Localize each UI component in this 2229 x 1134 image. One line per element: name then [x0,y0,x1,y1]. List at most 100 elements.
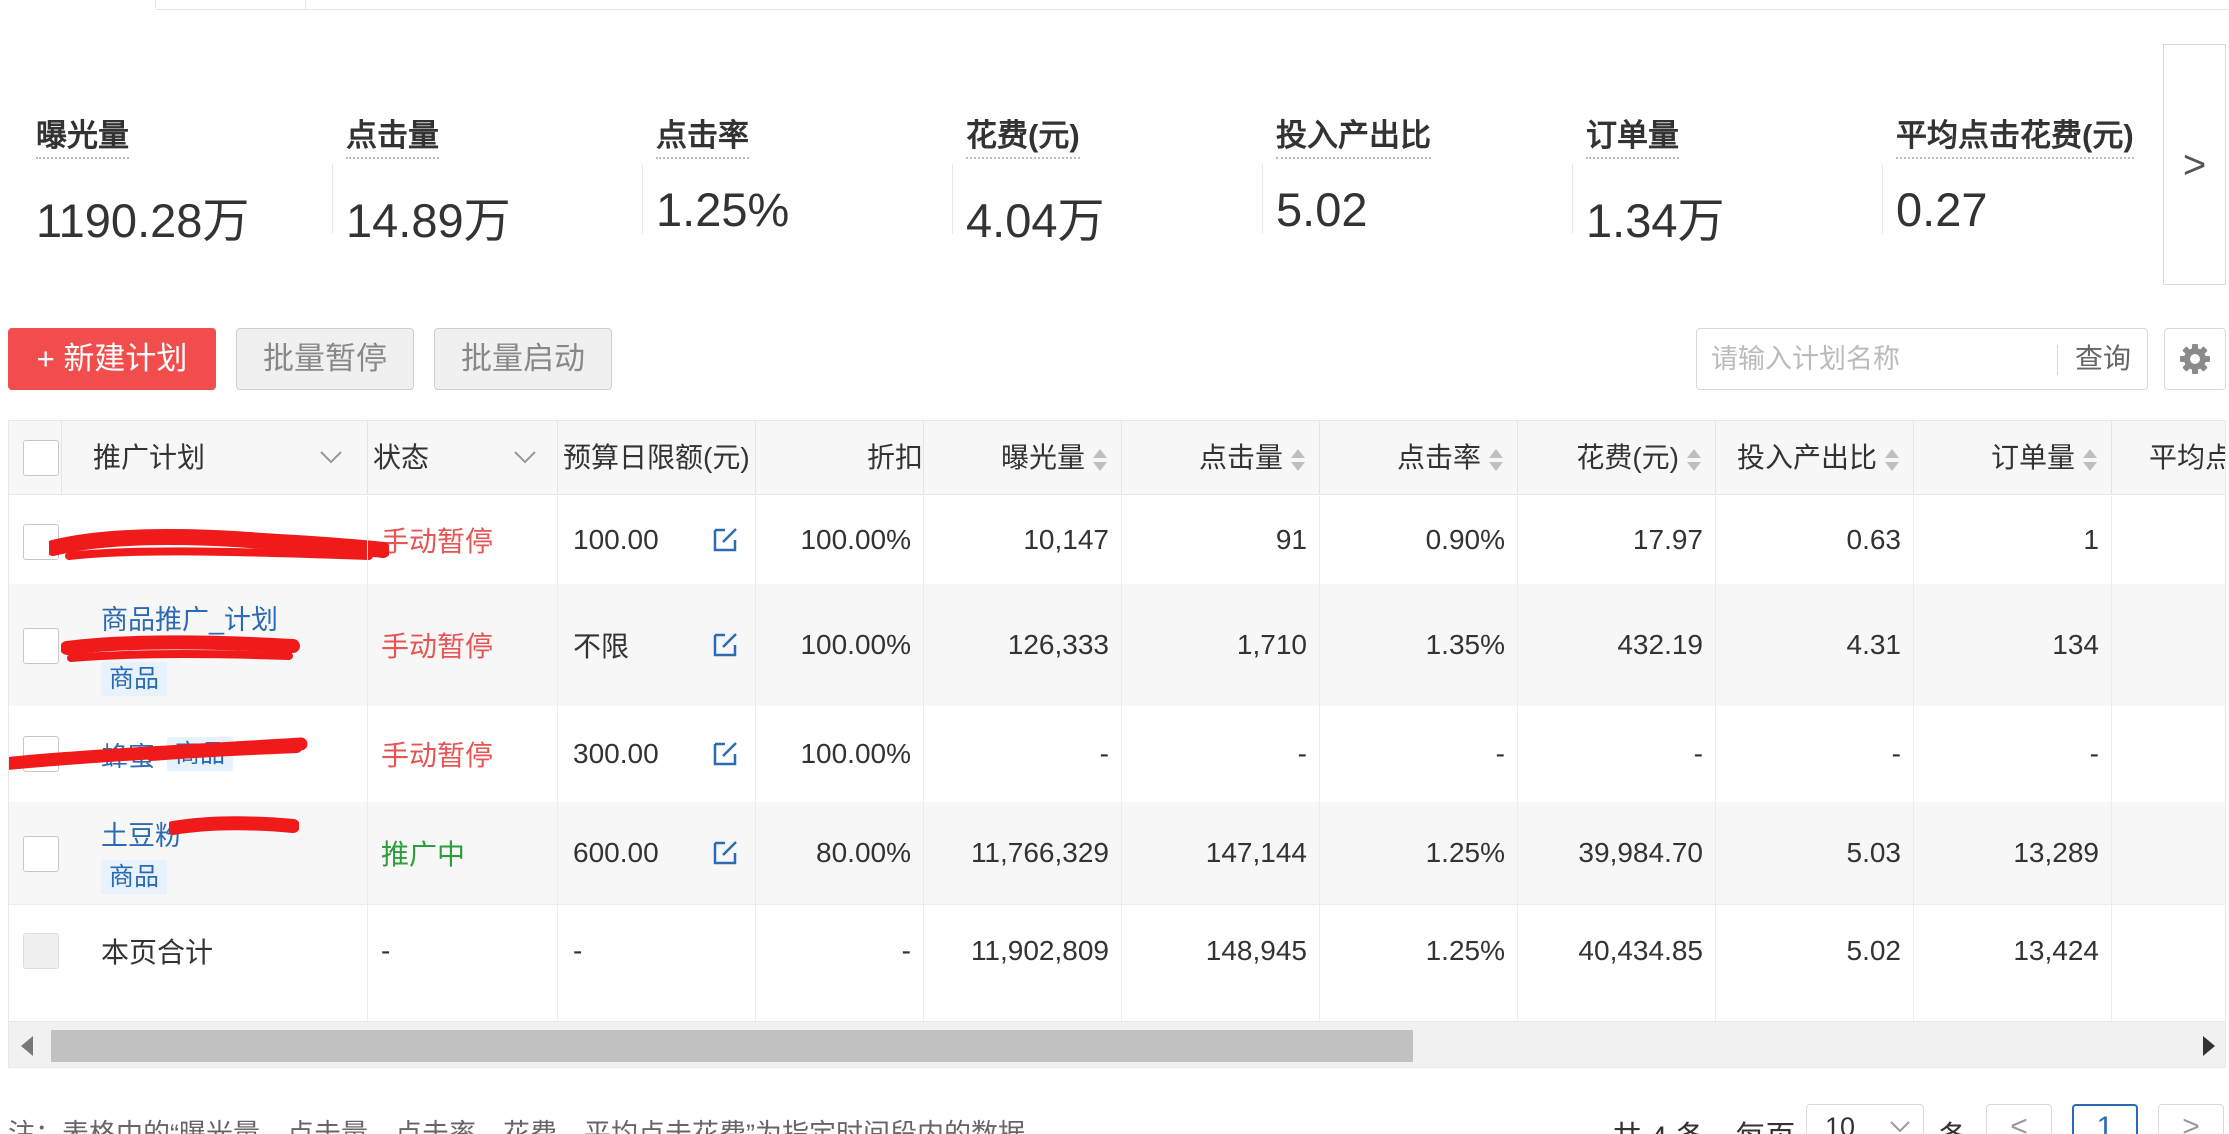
summary-row: 本页合计 - - - 11,902,809 148,945 1.25% 40,4… [9,904,2225,1020]
divider [952,164,953,234]
scroll-left-arrow-icon[interactable] [21,1036,33,1056]
batch-start-button[interactable]: 批量启动 [434,328,612,390]
page-size-select[interactable]: 10 [1806,1104,1924,1134]
page-1-button[interactable]: 1 [2072,1104,2138,1134]
header-clicks[interactable]: 点击量 [1125,421,1305,494]
batch-pause-button[interactable]: 批量暂停 [236,328,414,390]
divider [1319,421,1320,494]
metric-value: 1190.28万 [36,194,250,247]
header-orders[interactable]: 订单量 [1917,421,2097,494]
metric-value: 0.27 [1896,183,1988,236]
divider [755,496,756,1021]
header-ctr[interactable]: 点击率 [1323,421,1503,494]
create-plan-button[interactable]: + 新建计划 [8,328,216,390]
plan-type-tag: 商品 [101,860,168,894]
search-button[interactable]: 查询 [2075,329,2131,389]
tag-label: 商品 [101,860,168,894]
summary-status: - [381,935,391,966]
cost-value: 39,984.70 [1578,837,1703,868]
discount-value: 100.00% [800,629,911,660]
edit-icon[interactable] [711,837,741,867]
sort-icon [1093,447,1107,473]
header-roi[interactable]: 投入产出比 [1719,421,1899,494]
header-status: 状态 [373,442,430,473]
scroll-right-arrow-icon[interactable] [2203,1036,2215,1056]
plan-name-link[interactable]: 蜂蜜 商品 [101,706,234,802]
divider [1319,496,1320,1021]
tag-label: 商品 [101,662,168,696]
header-budget: 预算日限额(元) [563,442,750,473]
metrics-next-button[interactable]: > [2163,44,2226,285]
edit-icon[interactable] [711,629,741,659]
plan-name-link[interactable]: 土豆粉 [101,814,182,853]
chevron-down-icon[interactable] [319,449,343,465]
next-page-button[interactable]: > [2158,1104,2224,1134]
divider [61,421,62,494]
divider [1121,496,1122,1021]
plan-search-input[interactable] [1711,337,2041,381]
divider [2111,496,2112,1021]
divider [332,164,333,234]
redaction-mark [49,529,389,560]
orders-value: 13,289 [2013,837,2099,868]
summary-roi: 5.02 [1846,935,1902,966]
redaction-mark [61,635,300,662]
table-row: 商品推广_计划 商品 手动暂停 不限 100.00% 126,333 1,710… [9,584,2225,706]
table-settings-button[interactable] [2164,328,2226,390]
metric-label: 订单量 [1586,110,1679,159]
summary-orders: 13,424 [2013,935,2099,966]
select-all-checkbox[interactable] [23,440,59,476]
row-checkbox[interactable] [23,736,59,772]
row-checkbox[interactable] [23,836,59,872]
divider [923,496,924,1021]
clicks-value: - [1297,738,1307,769]
summary-clicks: 148,945 [1205,935,1307,966]
header-impressions[interactable]: 曝光量 [927,421,1107,494]
metric-label: 曝光量 [36,110,129,159]
divider [1882,164,1883,234]
metric-label: 花费(元) [966,110,1080,159]
metrics-summary: 曝光量 1190.28万 点击量 14.89万 点击率 1.25% 花费(元) … [0,44,2229,284]
row-checkbox[interactable] [23,524,59,560]
discount-value: 100.00% [800,524,911,555]
table-row: 土豆粉 商品 推广中 600.00 80.00% 11,766,329 147,… [9,802,2225,904]
header-cost[interactable]: 花费(元) [1521,421,1701,494]
summary-label: 本页合计 [101,937,214,968]
budget-value: 100.00 [573,524,659,555]
tab-active[interactable] [0,0,156,10]
budget-value: 300.00 [573,738,659,769]
scrollbar-thumb[interactable] [51,1030,1413,1062]
plan-status: 推广中 [381,802,465,904]
row-checkbox[interactable] [23,628,59,664]
plan-search-box: 查询 [1696,328,2148,390]
edit-icon[interactable] [711,738,741,768]
clicks-value: 1,710 [1236,629,1307,660]
edit-icon[interactable] [711,524,741,554]
header-label: 曝光量 [1000,442,1085,473]
divider [367,496,368,1021]
status-text: 推广中 [381,839,466,870]
tab-inactive[interactable] [156,0,306,10]
roi-value: 0.63 [1846,524,1902,555]
plan-name: 土豆粉 [101,821,182,851]
chevron-down-icon [1890,1121,1910,1133]
top-tab-strip [0,0,2229,10]
prev-page-button[interactable]: < [1986,1104,2052,1134]
plan-name: 商品推广_计划 [101,605,279,635]
chevron-down-icon[interactable] [513,449,537,465]
sort-icon [2083,447,2097,473]
divider [557,496,558,1021]
horizontal-scrollbar[interactable] [9,1021,2225,1067]
metric-value: 1.34万 [1586,194,1725,247]
summary-budget: - [573,935,583,966]
plan-name-link[interactable]: 商品推广_计划 [101,598,278,637]
discount-value: 100.00% [800,738,911,769]
budget-value: 600.00 [573,837,659,868]
divider [1715,421,1716,494]
status-text: 手动暂停 [381,526,494,557]
status-text: 手动暂停 [381,631,494,662]
page-size-value: 10 [1825,1112,1856,1134]
plans-table: 推广计划 状态 预算日限额(元) 折扣 曝光量 点击量 点击率 花费(元) 投入… [8,420,2226,1068]
roi-value: 5.03 [1846,837,1902,868]
clicks-value: 91 [1275,524,1307,555]
